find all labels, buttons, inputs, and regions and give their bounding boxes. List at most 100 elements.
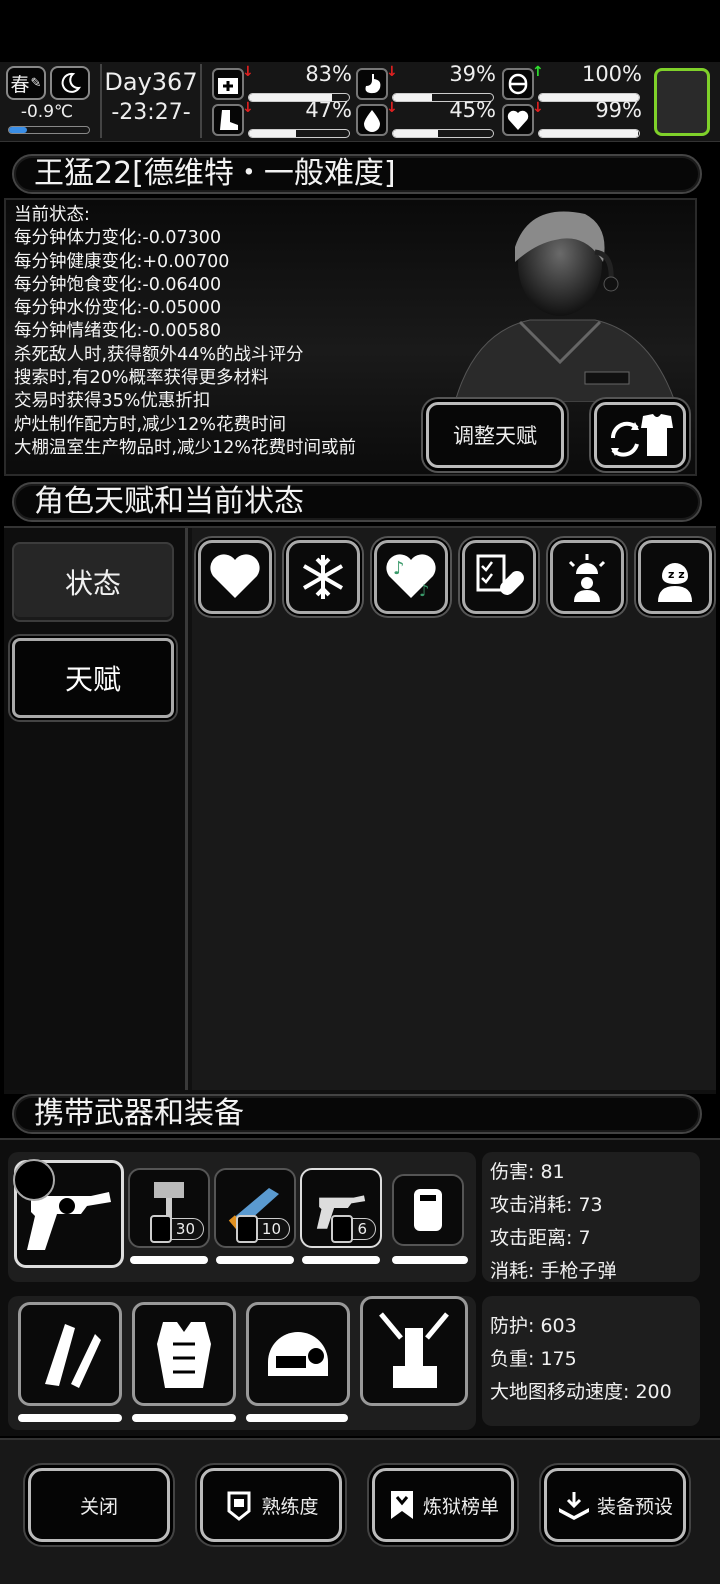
weapon-slot-main[interactable] <box>13 1159 124 1268</box>
ammo-mag-icon <box>331 1215 354 1243</box>
gear-preset-button[interactable]: 装备预设 <box>544 1468 686 1542</box>
effect-line: 杀死敌人时,获得额外44%的战斗评分 <box>14 344 304 365</box>
gear-slot-arms[interactable] <box>18 1302 122 1406</box>
proficiency-button[interactable]: 熟练度 <box>200 1468 342 1542</box>
stat-percent: 99% <box>595 98 642 122</box>
vital-stat: ↓ 45% <box>356 98 496 138</box>
combat-helmet-icon <box>268 1332 328 1376</box>
character-title-bar: 王猛22[德维特・一般难度] <box>12 154 702 194</box>
weapon-ammo-type: 消耗: 手枪子弹 <box>490 1260 617 1282</box>
gear-slot-head[interactable] <box>246 1302 350 1406</box>
weapon-slot-3[interactable]: 10 <box>214 1168 296 1248</box>
effect-line: 搜索时,有20%概率获得更多材料 <box>14 368 269 389</box>
temperature-bar-fill <box>9 127 27 133</box>
ammo-count: 30 <box>149 1215 204 1243</box>
heart-icon[interactable] <box>198 540 272 614</box>
heart-icon <box>502 104 534 136</box>
inferno-ranking-button[interactable]: 炼狱榜单 <box>372 1468 514 1542</box>
effects-heading: 当前状态: <box>14 205 90 225</box>
body-armor-icon <box>157 1322 211 1388</box>
effect-line: 每分钟体力变化:-0.07300 <box>14 228 222 249</box>
adjust-talent-button[interactable]: 调整天赋 <box>426 402 564 468</box>
gear-head-durability <box>246 1414 348 1422</box>
vital-stat: ↓ 47% <box>212 98 352 138</box>
trend-arrow-icon: ↓ <box>532 100 544 116</box>
adjust-talent-label: 调整天赋 <box>453 424 537 448</box>
effect-line: 每分钟健康变化:+0.00700 <box>14 251 230 272</box>
tab-talent-label: 天赋 <box>64 663 121 696</box>
proficiency-icon <box>227 1491 251 1521</box>
ammo-mag-icon <box>235 1215 258 1243</box>
weapon-4-durability <box>302 1256 380 1264</box>
character-portrait <box>435 202 685 403</box>
outfit-swap-button[interactable] <box>594 402 686 468</box>
clock-time: -23:27- <box>111 100 191 125</box>
stat-percent: 45% <box>449 98 496 122</box>
status-icon-pane: ♪ ♪ z z <box>192 528 716 1090</box>
trend-arrow-icon: ↑ <box>532 64 544 80</box>
gear-preset-icon <box>558 1492 589 1520</box>
pill-icon <box>502 68 534 100</box>
talent-section-title: 角色天赋和当前状态 <box>34 484 304 519</box>
gear-slot-body[interactable] <box>132 1302 236 1406</box>
gear-stats: 防护: 603 负重: 175 大地图移动速度: 200 <box>482 1296 700 1426</box>
effect-line: 每分钟饱食变化:-0.06400 <box>14 274 222 295</box>
boot-icon <box>212 104 244 136</box>
weapon-5-durability <box>392 1256 468 1264</box>
backpack-frame-icon <box>379 1312 449 1388</box>
top-status-bar: 春 ✎ -0.9℃ Day367 -23:27- ↓ 83% ↓ 39% ↑ 100% ↓ 4… <box>0 62 720 142</box>
stomach-icon <box>356 68 388 100</box>
weapon-stats: 伤害: 81 攻击消耗: 73 攻击距离: 7 消耗: 手枪子弹 <box>482 1152 700 1282</box>
stat-percent: 39% <box>449 62 496 86</box>
close-button-label: 关闭 <box>79 1495 118 1518</box>
tab-talent[interactable]: 天赋 <box>12 638 174 718</box>
gear-slots <box>8 1296 476 1430</box>
character-title: 王猛22[德维特・一般难度] <box>34 156 396 191</box>
gear-arms-durability <box>18 1414 122 1422</box>
flashlight-badge <box>13 1159 55 1201</box>
outfit-swap-icon <box>610 414 673 457</box>
ammo-count: 6 <box>331 1215 376 1243</box>
ammo-value: 6 <box>357 1220 367 1238</box>
proficiency-button-label: 熟练度 <box>261 1495 319 1518</box>
stat-bar-fill <box>539 130 638 137</box>
trend-arrow-icon: ↓ <box>242 64 254 80</box>
music-heart-icon[interactable]: ♪ ♪ <box>374 540 448 614</box>
sleep-icon[interactable]: z z <box>638 540 712 614</box>
talent-status-area: 状态 天赋 ♪ ♪ z z <box>4 526 716 1094</box>
season-indicator: 春 ✎ <box>6 66 46 100</box>
vital-stat: ↑ 100% <box>502 62 642 102</box>
weapon-slot-2[interactable]: 30 <box>128 1168 210 1248</box>
effect-line: 炉灶制作配方时,减少12%花费时间 <box>14 414 286 435</box>
svg-text:♪: ♪ <box>419 581 429 600</box>
water-drop-icon <box>356 104 388 136</box>
arm-guard-icon <box>45 1324 101 1388</box>
weapon-damage: 伤害: 81 <box>490 1161 565 1183</box>
stat-bar-fill <box>393 130 438 137</box>
snowflake-icon[interactable] <box>286 540 360 614</box>
inferno-ranking-label: 炼狱榜单 <box>422 1495 499 1518</box>
alarm-person-icon[interactable] <box>550 540 624 614</box>
banner-icon <box>390 1491 413 1519</box>
trend-arrow-icon: ↓ <box>386 100 398 116</box>
weapon-attack-range: 攻击距离: 7 <box>490 1227 591 1249</box>
weapon-attack-cost: 攻击消耗: 73 <box>490 1194 603 1216</box>
character-effects-list: 当前状态: 每分钟体力变化:-0.07300 每分钟健康变化:+0.00700 每分钟… <box>14 204 356 460</box>
medical-checklist-icon[interactable] <box>462 540 536 614</box>
weapon-3-durability <box>216 1256 294 1264</box>
equipment-section-header: 携带武器和装备 <box>12 1094 702 1134</box>
quick-slot-button[interactable] <box>654 68 710 136</box>
weapon-2-durability <box>130 1256 208 1264</box>
talent-tab-column: 状态 天赋 <box>4 528 188 1090</box>
ammo-mag-icon <box>149 1215 172 1243</box>
temperature-bar <box>8 126 90 134</box>
gear-slot-pack[interactable] <box>360 1296 468 1406</box>
tab-status[interactable]: 状态 <box>12 542 174 622</box>
weapon-slot-5[interactable] <box>392 1174 464 1246</box>
ammo-count: 10 <box>235 1215 290 1243</box>
stat-bar-fill <box>393 94 432 101</box>
trend-arrow-icon: ↓ <box>242 100 254 116</box>
close-button[interactable]: 关闭 <box>28 1468 170 1542</box>
weapon-slot-4[interactable]: 6 <box>300 1168 382 1248</box>
stat-percent: 100% <box>581 62 642 86</box>
